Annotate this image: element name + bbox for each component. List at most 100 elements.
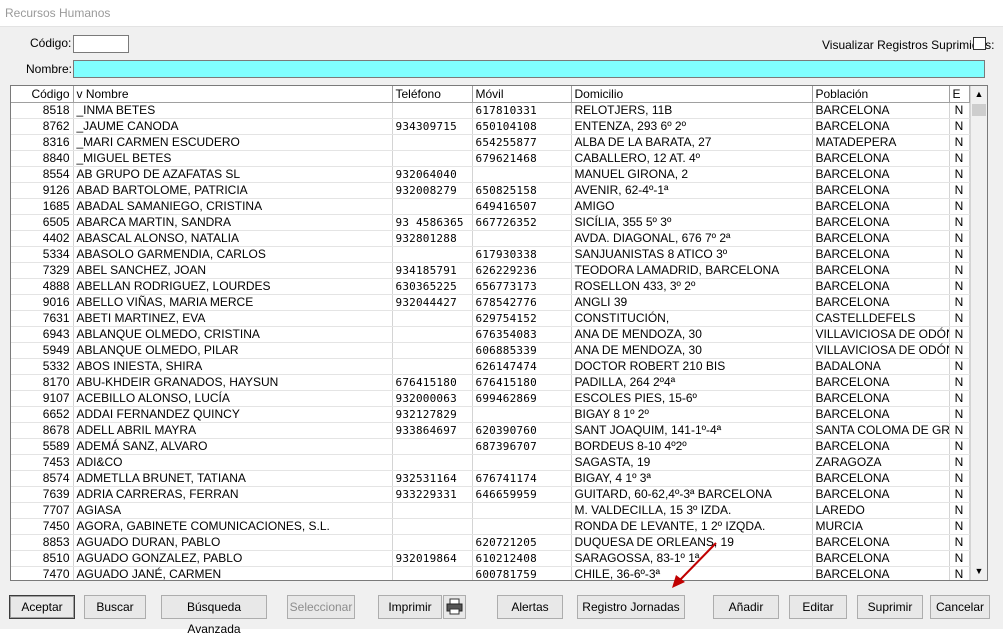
aceptar-button[interactable]: Aceptar [9, 595, 75, 619]
table-cell [392, 358, 473, 375]
table-cell: N [949, 534, 970, 551]
table-row[interactable]: 4888 ABELLAN RODRIGUEZ, LOURDES 630365225 6… [11, 278, 970, 295]
imprimir-button[interactable]: Imprimir [378, 595, 442, 619]
table-cell: ABLANQUE OLMEDO, PILAR [73, 342, 393, 359]
codigo-input[interactable] [73, 35, 129, 53]
suprimidos-checkbox[interactable] [973, 37, 986, 50]
column-header[interactable]: Población [812, 86, 950, 103]
column-header[interactable]: E [949, 86, 970, 103]
table-row[interactable]: 8762 _JAUME CANODA 934309715 650104108 ENTEN… [11, 118, 970, 135]
table-cell: N [949, 214, 970, 231]
table-row[interactable]: 5949 ABLANQUE OLMEDO, PILAR 606885339 ANA D… [11, 342, 970, 359]
table-cell: 650825158 [472, 182, 572, 199]
buscar-button[interactable]: Buscar [84, 595, 146, 619]
table-cell: 933229331 [392, 486, 473, 503]
table-row[interactable]: 7329 ABEL SANCHEZ, JOAN 934185791 626229236… [11, 262, 970, 279]
table-row[interactable]: 8853 AGUADO DURAN, PABLO 620721205 DUQUESA … [11, 534, 970, 551]
table-row[interactable]: 5589 ADEMÁ SANZ, ALVARO 687396707 BORDEUS 8… [11, 438, 970, 455]
table-cell [392, 102, 473, 119]
busqueda-avanzada-button[interactable]: Búsqueda Avanzada [161, 595, 267, 636]
registro-jornadas-button[interactable]: Registro Jornadas [577, 595, 685, 619]
table-row[interactable]: 8316 _MARI CARMEN ESCUDERO 654255877 ALBA D… [11, 134, 970, 151]
table-row[interactable]: 6943 ABLANQUE OLMEDO, CRISTINA 676354083 AN… [11, 326, 970, 343]
table-cell: ANA DE MENDOZA, 30 [571, 326, 813, 343]
cancelar-button[interactable]: Cancelar [930, 595, 990, 619]
table-cell: N [949, 422, 970, 439]
table-row[interactable]: 1685 ABADAL SAMANIEGO, CRISTINA 649416507 A… [11, 198, 970, 215]
table-row[interactable]: 9107 ACEBILLO ALONSO, LUCÍA 932000063 69946… [11, 390, 970, 407]
table-cell: BARCELONA [812, 534, 950, 551]
window-title: Recursos Humanos [0, 0, 1003, 26]
scroll-down-icon[interactable]: ▼ [971, 563, 987, 580]
table-cell: N [949, 342, 970, 359]
column-header[interactable]: v Nombre [73, 86, 393, 103]
table-cell: 654255877 [472, 134, 572, 151]
suprimir-button[interactable]: Suprimir [857, 595, 923, 619]
annotation-arrow-icon [672, 542, 717, 588]
table-row[interactable]: 9126 ABAD BARTOLOME, PATRICIA 932008279 650… [11, 182, 970, 199]
table-cell: 7453 [11, 454, 74, 471]
table-cell: 5334 [11, 246, 74, 263]
nombre-input[interactable] [73, 60, 985, 78]
table-row[interactable]: 8170 ABU-KHDEIR GRANADOS, HAYSUN 676415180… [11, 374, 970, 391]
table-row[interactable]: 9016 ABELLO VIÑAS, MARIA MERCE 932044427 67… [11, 294, 970, 311]
editar-button[interactable]: Editar [789, 595, 847, 619]
table-row[interactable]: 7450 AGORA, GABINETE COMUNICACIONES, S.L.… [11, 518, 970, 535]
table-cell: N [949, 166, 970, 183]
column-header[interactable]: Código [11, 86, 74, 103]
table-row[interactable]: 6652 ADDAI FERNANDEZ QUINCY 932127829 BIGAY… [11, 406, 970, 423]
table-cell: AVENIR, 62-4º-1ª [571, 182, 813, 199]
table-cell: ABELLAN RODRIGUEZ, LOURDES [73, 278, 393, 295]
anadir-button[interactable]: Añadir [713, 595, 779, 619]
table-cell: ABU-KHDEIR GRANADOS, HAYSUN [73, 374, 393, 391]
table-cell: MURCIA [812, 518, 950, 535]
column-header[interactable]: Domicilio [571, 86, 813, 103]
table-cell: N [949, 438, 970, 455]
table-row[interactable]: 5334 ABASOLO GARMENDIA, CARLOS 617930338 SA… [11, 246, 970, 263]
table-row[interactable]: 5332 ABOS INIESTA, SHIRA 626147474 DOCTOR R… [11, 358, 970, 375]
table-row[interactable]: 7453 ADI&CO SAGASTA, 19 ZARAGOZA N [11, 454, 970, 471]
table-cell [392, 310, 473, 327]
table-cell: ABADAL SAMANIEGO, CRISTINA [73, 198, 393, 215]
table-cell: 617930338 [472, 246, 572, 263]
table-row[interactable]: 8510 AGUADO GONZALEZ, PABLO 932019864 61021… [11, 550, 970, 567]
table-row[interactable]: 7707 AGIASA M. VALDECILLA, 15 3º IZDA. LARE… [11, 502, 970, 519]
table-cell: BARCELONA [812, 438, 950, 455]
vertical-scrollbar[interactable]: ▲ ▼ [970, 86, 987, 580]
table-row[interactable]: 8840 _MIGUEL BETES 679621468 CABALLERO, 12 … [11, 150, 970, 167]
table-cell [472, 166, 572, 183]
employees-grid[interactable]: Código v Nombre Teléfono Móvil Domicilio Pobl… [10, 85, 988, 581]
table-cell: BARCELONA [812, 214, 950, 231]
table-cell: ZARAGOZA [812, 454, 950, 471]
table-cell: ABLANQUE OLMEDO, CRISTINA [73, 326, 393, 343]
table-cell: RONDA DE LEVANTE, 1 2º IZQDA. [571, 518, 813, 535]
table-cell: AB GRUPO DE AZAFATAS SL [73, 166, 393, 183]
column-header[interactable]: Móvil [472, 86, 572, 103]
table-cell: N [949, 454, 970, 471]
table-cell: 649416507 [472, 198, 572, 215]
table-cell: 8762 [11, 118, 74, 135]
table-cell [392, 566, 473, 580]
table-cell: ABOS INIESTA, SHIRA [73, 358, 393, 375]
column-header[interactable]: Teléfono [392, 86, 473, 103]
table-cell: ESCOLES PIES, 15-6º [571, 390, 813, 407]
table-cell: N [949, 390, 970, 407]
table-row[interactable]: 7639 ADRIA CARRERAS, FERRAN 933229331 64665… [11, 486, 970, 503]
table-row[interactable]: 8574 ADMETLLA BRUNET, TATIANA 932531164 676… [11, 470, 970, 487]
alertas-button[interactable]: Alertas [497, 595, 563, 619]
scroll-thumb[interactable] [972, 104, 986, 116]
printer-icon[interactable] [443, 595, 466, 619]
table-row[interactable]: 6505 ABARCA MARTIN, SANDRA 93 4586365 66772… [11, 214, 970, 231]
seleccionar-button[interactable]: Seleccionar [287, 595, 355, 619]
table-row[interactable]: 4402 ABASCAL ALONSO, NATALIA 932801288 AVDA… [11, 230, 970, 247]
table-row[interactable]: 7631 ABETI MARTINEZ, EVA 629754152 CONSTITU… [11, 310, 970, 327]
table-row[interactable]: 8518 _INMA BETES 617810331 RELOTJERS, 11B BA… [11, 102, 970, 119]
table-cell: 933864697 [392, 422, 473, 439]
table-row[interactable]: 7470 AGUADO JANÉ, CARMEN 600781759 CHILE, 3… [11, 566, 970, 580]
table-row[interactable]: 8554 AB GRUPO DE AZAFATAS SL 932064040 MANU… [11, 166, 970, 183]
scroll-up-icon[interactable]: ▲ [971, 86, 987, 103]
table-cell: N [949, 198, 970, 215]
table-row[interactable]: 8678 ADELL ABRIL MAYRA 933864697 620390760 S… [11, 422, 970, 439]
table-cell: MANUEL GIRONA, 2 [571, 166, 813, 183]
table-cell: 629754152 [472, 310, 572, 327]
